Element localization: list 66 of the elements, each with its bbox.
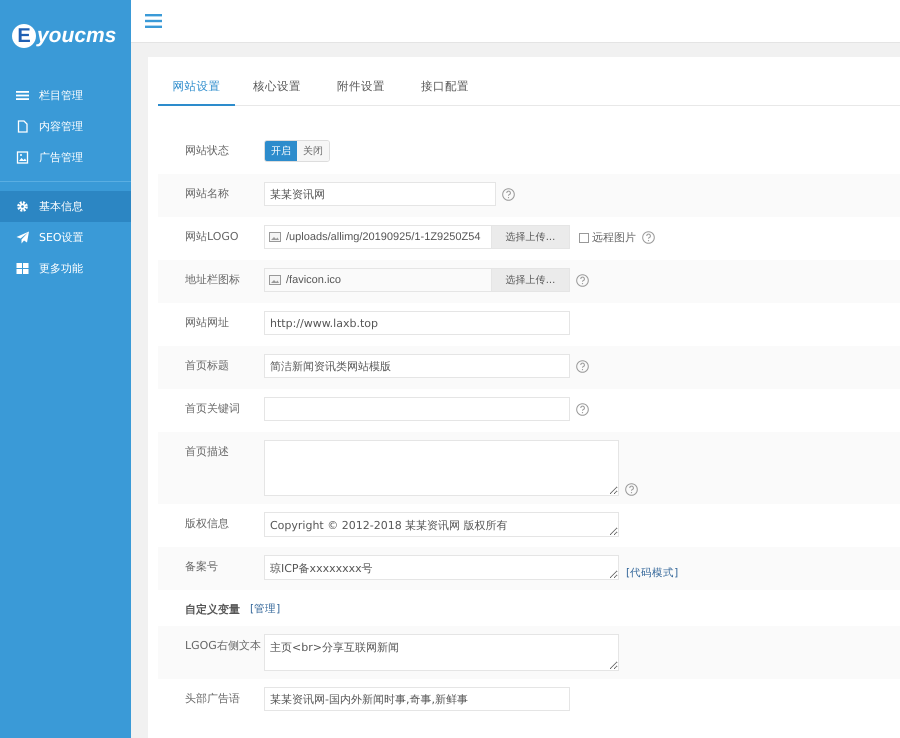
help-icon[interactable] — [576, 360, 589, 373]
upload-button[interactable]: 选择上传... — [491, 269, 569, 291]
tab[interactable]: 核心设置 — [235, 79, 319, 106]
field-label: 首页关键词 — [185, 401, 241, 416]
field-label: 头部广告语 — [185, 691, 241, 706]
sidebar-item[interactable]: 内容管理 — [0, 111, 131, 142]
sidebar-item[interactable]: 更多功能 — [0, 253, 131, 284]
input-field[interactable] — [264, 397, 570, 421]
grid-icon — [16, 262, 29, 275]
help-icon[interactable] — [625, 483, 638, 496]
upload-field[interactable]: /uploads/allimg/20190925/1-1Z9250Z54 选择上传... — [264, 225, 570, 249]
file-path: /favicon.ico — [286, 274, 342, 286]
field-label: 版权信息 — [185, 516, 230, 531]
tab[interactable]: 接口配置 — [403, 79, 487, 106]
help-icon[interactable] — [642, 231, 655, 244]
file-path: /uploads/allimg/20190925/1-1Z9250Z54 — [286, 231, 480, 243]
menu-icon[interactable] — [145, 14, 162, 28]
input-field[interactable]: 简洁新闻资讯类网站模版 — [264, 354, 570, 378]
image-icon — [269, 232, 281, 242]
field-label: 网站网址 — [185, 315, 230, 330]
input-field[interactable]: 某某资讯网 — [264, 182, 496, 206]
field-label: LGOG右侧文本 — [185, 638, 262, 653]
sidebar-item[interactable]: SEO设置 — [0, 222, 131, 253]
field-label: 网站名称 — [185, 186, 230, 201]
logo-mark: E — [12, 24, 36, 48]
upload-button[interactable]: 选择上传... — [491, 226, 569, 248]
sidebar-label[interactable]: 基本信息 — [39, 199, 83, 214]
text-area[interactable]: Copyright © 2012-2018 某某资讯网 版权所有 — [264, 512, 619, 537]
logo-text: youcms — [37, 24, 116, 48]
file-icon — [16, 120, 29, 133]
sidebar-item[interactable]: 栏目管理 — [0, 80, 131, 111]
list-icon — [16, 89, 29, 102]
field-label: 地址栏图标 — [185, 272, 241, 287]
tab[interactable]: 附件设置 — [319, 79, 403, 106]
remote-image-checkbox[interactable]: 远程图片 — [579, 230, 636, 245]
checkbox[interactable] — [579, 232, 589, 242]
sidebar-label[interactable]: SEO设置 — [39, 230, 84, 245]
help-icon[interactable] — [576, 274, 589, 287]
gear-icon — [16, 200, 29, 213]
field-label: 网站状态 — [185, 143, 230, 158]
upload-field[interactable]: /favicon.ico 选择上传... — [264, 268, 570, 292]
field-label: 备案号 — [185, 559, 219, 574]
text-area[interactable]: 主页<br>分享互联网新闻 — [264, 634, 619, 671]
text-area[interactable]: 琼ICP备xxxxxxxx号 — [264, 555, 619, 580]
toggle-option[interactable]: 开启 — [265, 141, 297, 161]
manage-link[interactable]: [管理] — [250, 600, 280, 616]
input-field[interactable]: 某某资讯网-国内外新闻时事,奇事,新鲜事 — [264, 687, 570, 711]
field-label: 首页描述 — [185, 444, 230, 459]
code-mode-link[interactable]: [代码模式] — [626, 566, 678, 580]
help-icon[interactable] — [576, 403, 589, 416]
sidebar-label[interactable]: 更多功能 — [39, 261, 83, 276]
sidebar-item[interactable]: 基本信息 — [0, 191, 131, 222]
field-label: 首页标题 — [185, 358, 230, 373]
section-title: 自定义变量 — [185, 602, 240, 617]
input-field[interactable]: http://www.laxb.top — [264, 311, 570, 335]
image-icon — [16, 151, 29, 164]
paper-plane-icon — [16, 231, 29, 244]
sidebar-label[interactable]: 栏目管理 — [39, 88, 83, 103]
image-icon — [269, 275, 281, 285]
sidebar-item[interactable]: 广告管理 — [0, 142, 131, 173]
tab[interactable]: 网站设置 — [158, 79, 235, 106]
toggle-option[interactable]: 关闭 — [297, 141, 329, 161]
help-icon[interactable] — [502, 188, 515, 201]
sidebar-label[interactable]: 内容管理 — [39, 119, 83, 134]
sidebar-label[interactable]: 广告管理 — [39, 150, 83, 165]
field-label: 网站LOGO — [185, 229, 240, 244]
